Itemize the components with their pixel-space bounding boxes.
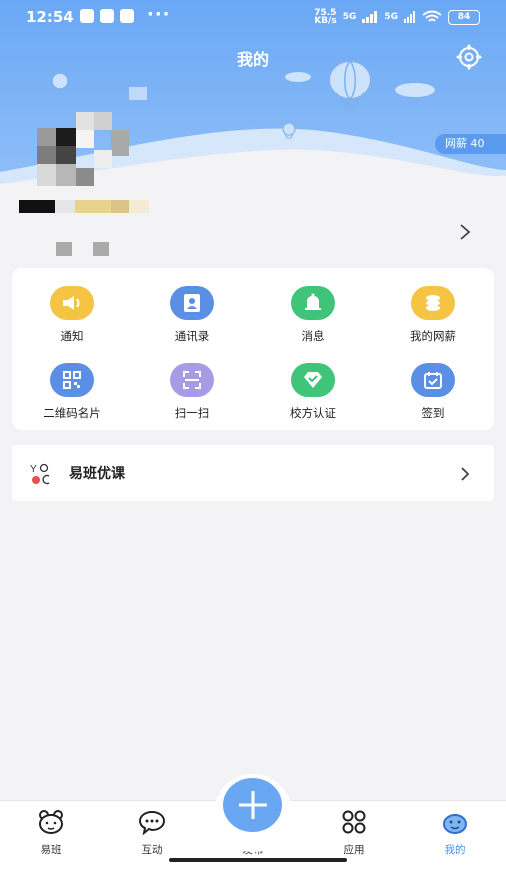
bell-icon — [291, 286, 335, 320]
notification-icons — [80, 9, 134, 23]
signal-label-2: 5G — [384, 12, 398, 22]
tab-apps[interactable]: 应用 — [319, 809, 389, 857]
apps-icon — [342, 810, 366, 834]
wechat-icon — [80, 9, 94, 23]
publish-button[interactable] — [223, 778, 282, 832]
grid-item-verify[interactable]: 校方认证 — [253, 363, 373, 421]
status-time: 12:54 — [26, 8, 74, 26]
plus-icon — [238, 791, 267, 819]
qq-icon — [120, 9, 134, 23]
chat-icon — [138, 810, 166, 836]
home-indicator[interactable] — [169, 858, 347, 862]
status-right: 75.5 KB/s 5G 5G 84 — [314, 8, 480, 26]
grid-item-messages[interactable]: 消息 — [253, 286, 373, 344]
svg-text:Y: Y — [30, 464, 37, 475]
qr-code-icon — [50, 363, 94, 397]
grid-label: 通知 — [60, 329, 84, 343]
scan-icon — [170, 363, 214, 397]
grid-label: 校方认证 — [290, 406, 336, 420]
tab-label: 易班 — [40, 844, 62, 856]
more-notifications: ··· — [147, 4, 171, 25]
settings-gear-icon[interactable] — [456, 44, 482, 70]
grid-item-qr-card[interactable]: 二维码名片 — [12, 363, 132, 421]
grid-label: 通讯录 — [174, 329, 210, 343]
grid-label: 扫一扫 — [174, 406, 210, 420]
page-title: 我的 — [236, 50, 269, 69]
tab-label: 应用 — [343, 844, 365, 856]
grid-label: 签到 — [421, 406, 445, 420]
signal-icon — [362, 11, 378, 23]
grid-item-contacts[interactable]: 通讯录 — [132, 286, 252, 344]
verified-icon — [291, 363, 335, 397]
signal-label-1: 5G — [342, 12, 357, 22]
calendar-check-icon — [411, 363, 455, 397]
speaker-icon — [50, 286, 94, 320]
profile-icon — [443, 814, 467, 834]
battery-indicator: 84 — [448, 9, 480, 25]
grid-item-checkin[interactable]: 签到 — [373, 363, 493, 421]
tab-label: 互动 — [141, 844, 163, 856]
quick-actions-card: 通知 通讯录 消息 我的网薪 二维码名片 扫一扫 校方认证 签到 — [12, 268, 494, 430]
grid-item-notice[interactable]: 通知 — [12, 286, 132, 344]
yoc-logo-icon: Y — [30, 463, 50, 485]
bear-icon — [39, 810, 63, 834]
course-label: 易班优课 — [69, 466, 125, 482]
grid-item-points[interactable]: 我的网薪 — [373, 286, 493, 344]
contacts-icon — [170, 286, 214, 320]
chevron-right-icon — [461, 467, 470, 481]
coins-icon — [411, 286, 455, 320]
course-row[interactable]: Y 易班优课 — [12, 445, 494, 501]
profile-chevron-icon[interactable] — [458, 223, 472, 241]
points-badge[interactable]: 网薪 40 — [435, 134, 506, 154]
signal-icon-2 — [404, 11, 415, 23]
grid-label: 二维码名片 — [43, 406, 101, 420]
grid-item-scan[interactable]: 扫一扫 — [132, 363, 252, 421]
status-bar: 12:54 ··· 75.5 KB/s 5G 5G 84 — [0, 0, 506, 34]
tiktok-icon — [100, 9, 114, 23]
grid-label: 消息 — [301, 329, 325, 343]
tab-yiban[interactable]: 易班 — [16, 809, 86, 857]
tab-mine[interactable]: 我的 — [420, 809, 490, 857]
wifi-icon — [422, 10, 442, 22]
network-speed: 75.5 KB/s — [314, 8, 337, 26]
tab-label: 我的 — [444, 844, 466, 856]
tab-interact[interactable]: 互动 — [117, 809, 187, 857]
grid-label: 我的网薪 — [410, 329, 456, 343]
